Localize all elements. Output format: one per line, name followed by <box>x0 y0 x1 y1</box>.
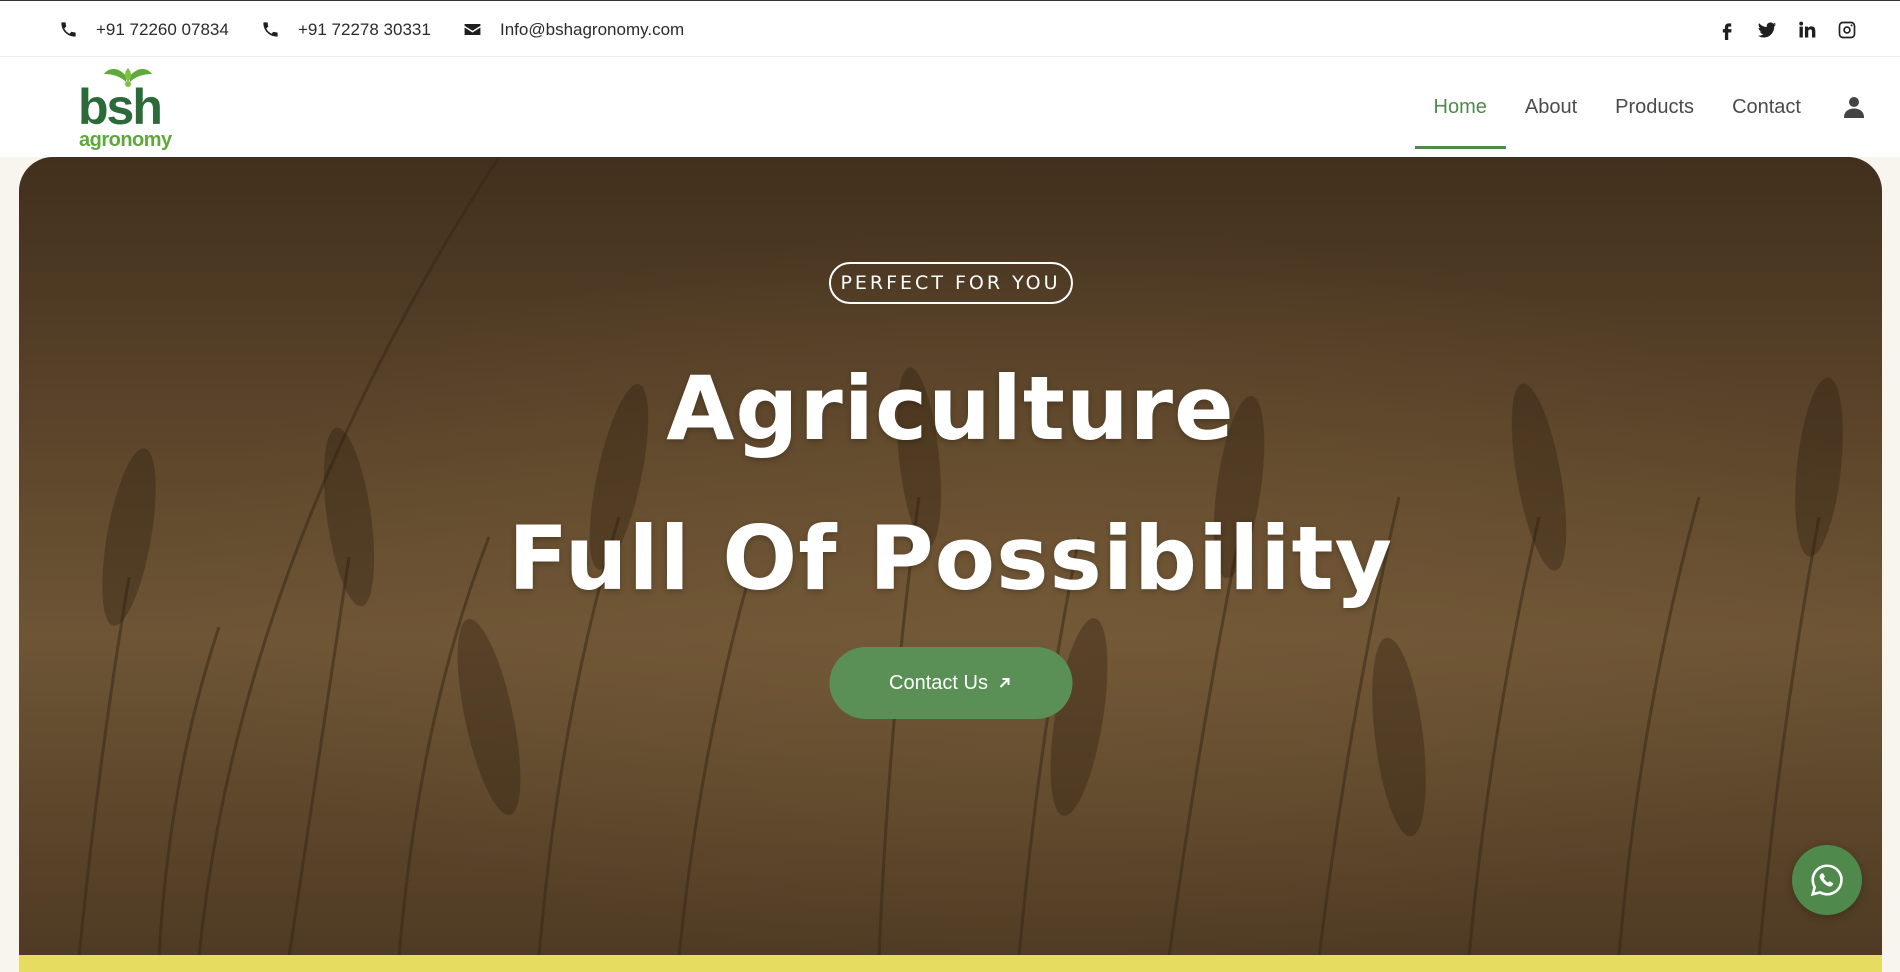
next-section-band <box>19 955 1882 972</box>
top-contact-bar: +91 72260 07834 +91 72278 30331 Info@bsh… <box>0 0 1900 57</box>
hero-banner: PERFECT FOR YOU Agriculture Full Of Poss… <box>19 157 1882 957</box>
bsh-agronomy-logo[interactable]: bsh agronomy <box>78 64 188 150</box>
twitter-link[interactable] <box>1756 19 1778 41</box>
user-icon <box>1844 97 1864 118</box>
phone-number-1: +91 72260 07834 <box>96 19 229 39</box>
instagram-icon <box>1838 21 1856 38</box>
email-address: Info@bshagronomy.com <box>500 19 685 39</box>
phone-icon <box>61 22 76 37</box>
whatsapp-icon <box>1810 864 1843 897</box>
nav-label: Products <box>1615 95 1695 118</box>
nav-item-home[interactable]: Home <box>1414 66 1507 149</box>
hero-title-line-2: Full Of Possibility <box>508 507 1393 610</box>
svg-text:bsh: bsh <box>78 79 161 135</box>
main-nav: Home About Products Contact <box>1414 57 1900 157</box>
envelope-icon <box>464 23 481 36</box>
social-links <box>1716 1 1858 58</box>
nav-label: Contact <box>1732 95 1801 118</box>
nav-item-about[interactable]: About <box>1506 66 1596 149</box>
phone-number-2: +91 72278 30331 <box>298 19 431 39</box>
linkedin-icon <box>1799 21 1816 37</box>
hero-title-line-1: Agriculture <box>666 357 1235 460</box>
whatsapp-chat-button[interactable] <box>1792 845 1862 915</box>
nav-label: About <box>1524 95 1578 118</box>
hero-tagline: PERFECT FOR YOU <box>828 262 1073 304</box>
facebook-icon <box>1722 22 1732 40</box>
facebook-link[interactable] <box>1716 19 1738 41</box>
phone-icon <box>263 22 278 37</box>
instagram-link[interactable] <box>1836 19 1858 41</box>
twitter-icon <box>1757 21 1777 37</box>
user-account-button[interactable] <box>1834 87 1874 127</box>
nav-item-contact[interactable]: Contact <box>1713 66 1820 149</box>
nav-item-products[interactable]: Products <box>1596 66 1713 149</box>
arrow-up-right-icon <box>1000 678 1010 688</box>
phone-link-1[interactable]: +91 72260 07834 <box>59 1 229 58</box>
svg-text:agronomy: agronomy <box>79 129 173 150</box>
email-link[interactable]: Info@bshagronomy.com <box>463 1 684 58</box>
contact-us-button[interactable]: Contact Us <box>829 647 1072 719</box>
phone-link-2[interactable]: +91 72278 30331 <box>261 1 431 58</box>
nav-label: Home <box>1433 95 1487 118</box>
linkedin-link[interactable] <box>1796 19 1818 41</box>
cta-label: Contact Us <box>889 671 988 694</box>
site-header: bsh agronomy Home About Products Contact <box>0 57 1900 157</box>
